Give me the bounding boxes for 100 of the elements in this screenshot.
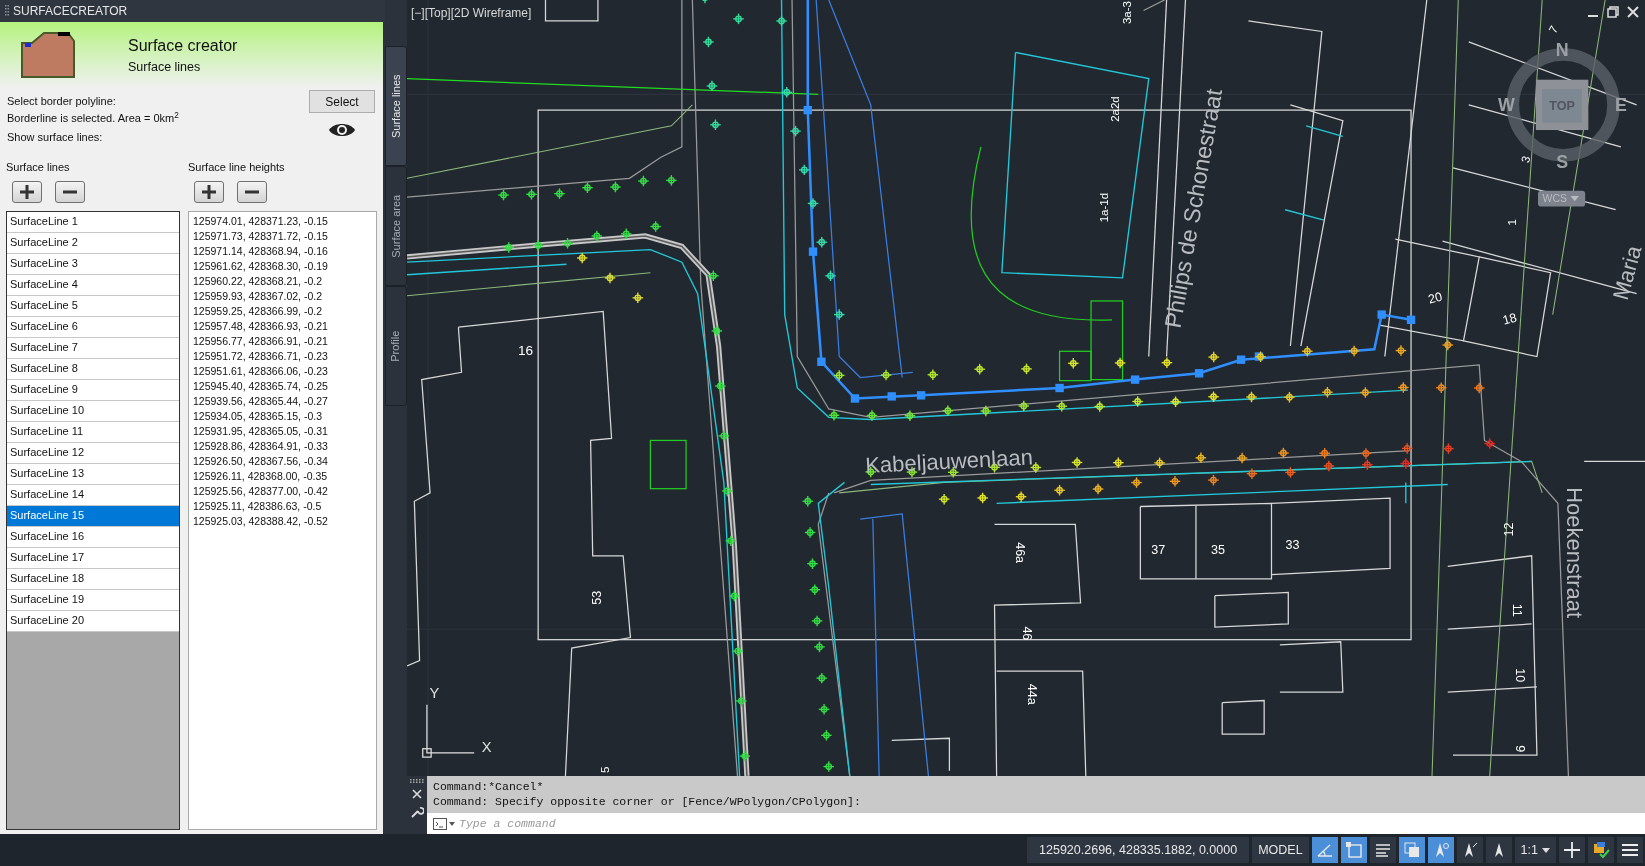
grip-icon[interactable] xyxy=(5,5,9,17)
list-item[interactable]: SurfaceLine 7 xyxy=(7,337,179,359)
height-entry[interactable]: 125957.48, 428366.93, -0.21 xyxy=(193,318,372,334)
house-number: 44a xyxy=(1025,683,1040,705)
palette-title: SURFACECREATOR xyxy=(13,3,128,20)
height-entry[interactable]: 125961.62, 428368.30, -0.19 xyxy=(193,258,372,274)
house-number: 37 xyxy=(1151,542,1166,557)
remove-button[interactable] xyxy=(55,180,85,203)
list-item[interactable]: SurfaceLine 11 xyxy=(7,421,179,443)
height-entry[interactable]: 125925.56, 428377.00, -0.42 xyxy=(193,483,372,499)
side-tab[interactable]: Surface lines xyxy=(385,46,407,166)
height-entry[interactable]: 125926.50, 428367.56, -0.34 xyxy=(193,453,372,469)
list-item[interactable]: SurfaceLine 6 xyxy=(7,316,179,338)
list-item[interactable]: SurfaceLine 19 xyxy=(7,589,179,611)
show-lines-label: Show surface lines: xyxy=(7,130,104,145)
select-button[interactable]: Select xyxy=(309,90,375,113)
plus-icon xyxy=(1564,842,1580,858)
height-entry[interactable]: 125956.77, 428366.91, -0.21 xyxy=(193,333,372,349)
height-entry[interactable]: 125926.11, 428368.00, -0.35 xyxy=(193,468,372,484)
grip-icon[interactable] xyxy=(410,779,424,783)
scale-dropdown[interactable]: 1:1 xyxy=(1514,837,1556,863)
status-toggle[interactable] xyxy=(1340,837,1367,863)
square-snap-icon xyxy=(1344,841,1363,859)
house-number: 53 xyxy=(590,590,605,605)
list-item[interactable]: SurfaceLine 14 xyxy=(7,484,179,506)
house-number: 16 xyxy=(517,343,534,359)
angle-icon xyxy=(1315,841,1334,859)
workspace-button[interactable] xyxy=(1588,837,1614,863)
list-item[interactable]: SurfaceLine 9 xyxy=(7,379,179,401)
status-toggle[interactable] xyxy=(1456,837,1483,863)
terminal-icon[interactable] xyxy=(433,817,455,830)
viewport-label: [−][Top][2D Wireframe] xyxy=(411,5,532,22)
house-number: 11 xyxy=(1509,603,1524,617)
list-item[interactable]: SurfaceLine 18 xyxy=(7,568,179,590)
list-item[interactable]: SurfaceLine 15 xyxy=(7,505,179,527)
restore-icon[interactable] xyxy=(1607,6,1619,18)
ucs-label: WCS xyxy=(1542,193,1567,205)
menu-button[interactable] xyxy=(1617,837,1643,863)
side-tab[interactable]: Profile xyxy=(385,286,407,406)
list-item[interactable]: SurfaceLine 10 xyxy=(7,400,179,422)
list-item[interactable]: SurfaceLine 16 xyxy=(7,526,179,548)
status-toggle[interactable] xyxy=(1311,837,1338,863)
height-entry[interactable]: 125928.86, 428364.91, -0.33 xyxy=(193,438,372,454)
house-number: 5 xyxy=(599,766,612,773)
height-entry[interactable]: 125945.40, 428365.74, -0.25 xyxy=(193,378,372,394)
house-number: 3a-3 xyxy=(1120,1,1133,25)
terrain-icon xyxy=(20,31,76,79)
house-number: 1 xyxy=(1505,219,1518,226)
street-label: Philips de Schonestraat xyxy=(1159,86,1228,330)
side-tab[interactable]: Surface area xyxy=(385,166,407,286)
height-entry[interactable]: 125971.73, 428371.72, -0.15 xyxy=(193,228,372,244)
height-entry[interactable]: 125934.05, 428365.15, -0.3 xyxy=(193,408,372,424)
house-number: 33 xyxy=(1285,538,1300,553)
height-entry[interactable]: 125974.01, 428371.23, -0.15 xyxy=(193,213,372,229)
remove-button[interactable] xyxy=(237,180,267,203)
list-item[interactable]: SurfaceLine 1 xyxy=(7,211,179,233)
layers-icon xyxy=(1402,841,1421,859)
street-label: Maria xyxy=(1608,243,1645,303)
caret-icon xyxy=(1570,196,1579,202)
add-button[interactable] xyxy=(12,180,42,203)
height-entry[interactable]: 125939.56, 428365.44, -0.27 xyxy=(193,393,372,409)
list-item[interactable]: SurfaceLine 17 xyxy=(7,547,179,569)
height-entry[interactable]: 125925.11, 428386.63, -0.5 xyxy=(193,498,372,514)
status-toggle[interactable] xyxy=(1369,837,1396,863)
compass-direction[interactable]: S xyxy=(1556,151,1569,172)
list-item[interactable]: SurfaceLine 20 xyxy=(7,610,179,632)
status-toggle[interactable] xyxy=(1398,837,1425,863)
add-button[interactable] xyxy=(194,180,224,203)
list-item[interactable]: SurfaceLine 4 xyxy=(7,274,179,296)
section-heading: Surface line heights xyxy=(188,160,286,175)
height-entry[interactable]: 125925.03, 428388.42, -0.52 xyxy=(193,513,372,529)
close-icon[interactable] xyxy=(1627,6,1639,18)
list-item[interactable]: SurfaceLine 13 xyxy=(7,463,179,485)
close-icon[interactable] xyxy=(412,789,422,799)
height-entry[interactable]: 125960.22, 428368.21, -0.2 xyxy=(193,273,372,289)
menu-icon xyxy=(1622,843,1638,857)
eye-icon[interactable] xyxy=(328,121,356,139)
list-item[interactable]: SurfaceLine 2 xyxy=(7,232,179,254)
list-item[interactable]: SurfaceLine 5 xyxy=(7,295,179,317)
axis-label: Y xyxy=(429,685,440,702)
plus-icon xyxy=(202,184,216,199)
crosshair-button[interactable] xyxy=(1559,837,1585,863)
house-number: 9 xyxy=(1512,745,1527,753)
status-toggle[interactable] xyxy=(1427,837,1454,863)
check-badge-icon xyxy=(1592,841,1610,859)
height-entry[interactable]: 125971.14, 428368.94, -0.16 xyxy=(193,243,372,259)
list-item[interactable]: SurfaceLine 3 xyxy=(7,253,179,275)
height-entry[interactable]: 125959.93, 428367.02, -0.2 xyxy=(193,288,372,304)
status-toggle[interactable] xyxy=(1485,837,1512,863)
height-entry[interactable]: 125931.95, 428365.05, -0.31 xyxy=(193,423,372,439)
border-status: Borderline is selected. Area = 0km$^{2}$ xyxy=(7,111,180,126)
compass-direction[interactable]: W xyxy=(1498,95,1515,116)
command-history-line: Command:*Cancel* xyxy=(433,779,545,794)
list-item[interactable]: SurfaceLine 12 xyxy=(7,442,179,464)
height-entry[interactable]: 125951.72, 428366.71, -0.23 xyxy=(193,348,372,364)
list-item[interactable]: SurfaceLine 8 xyxy=(7,358,179,380)
height-entry[interactable]: 125959.25, 428366.99, -0.2 xyxy=(193,303,372,319)
wrench-icon[interactable] xyxy=(410,805,424,818)
model-button[interactable]: MODEL xyxy=(1252,837,1309,863)
height-entry[interactable]: 125951.61, 428366.06, -0.23 xyxy=(193,363,372,379)
